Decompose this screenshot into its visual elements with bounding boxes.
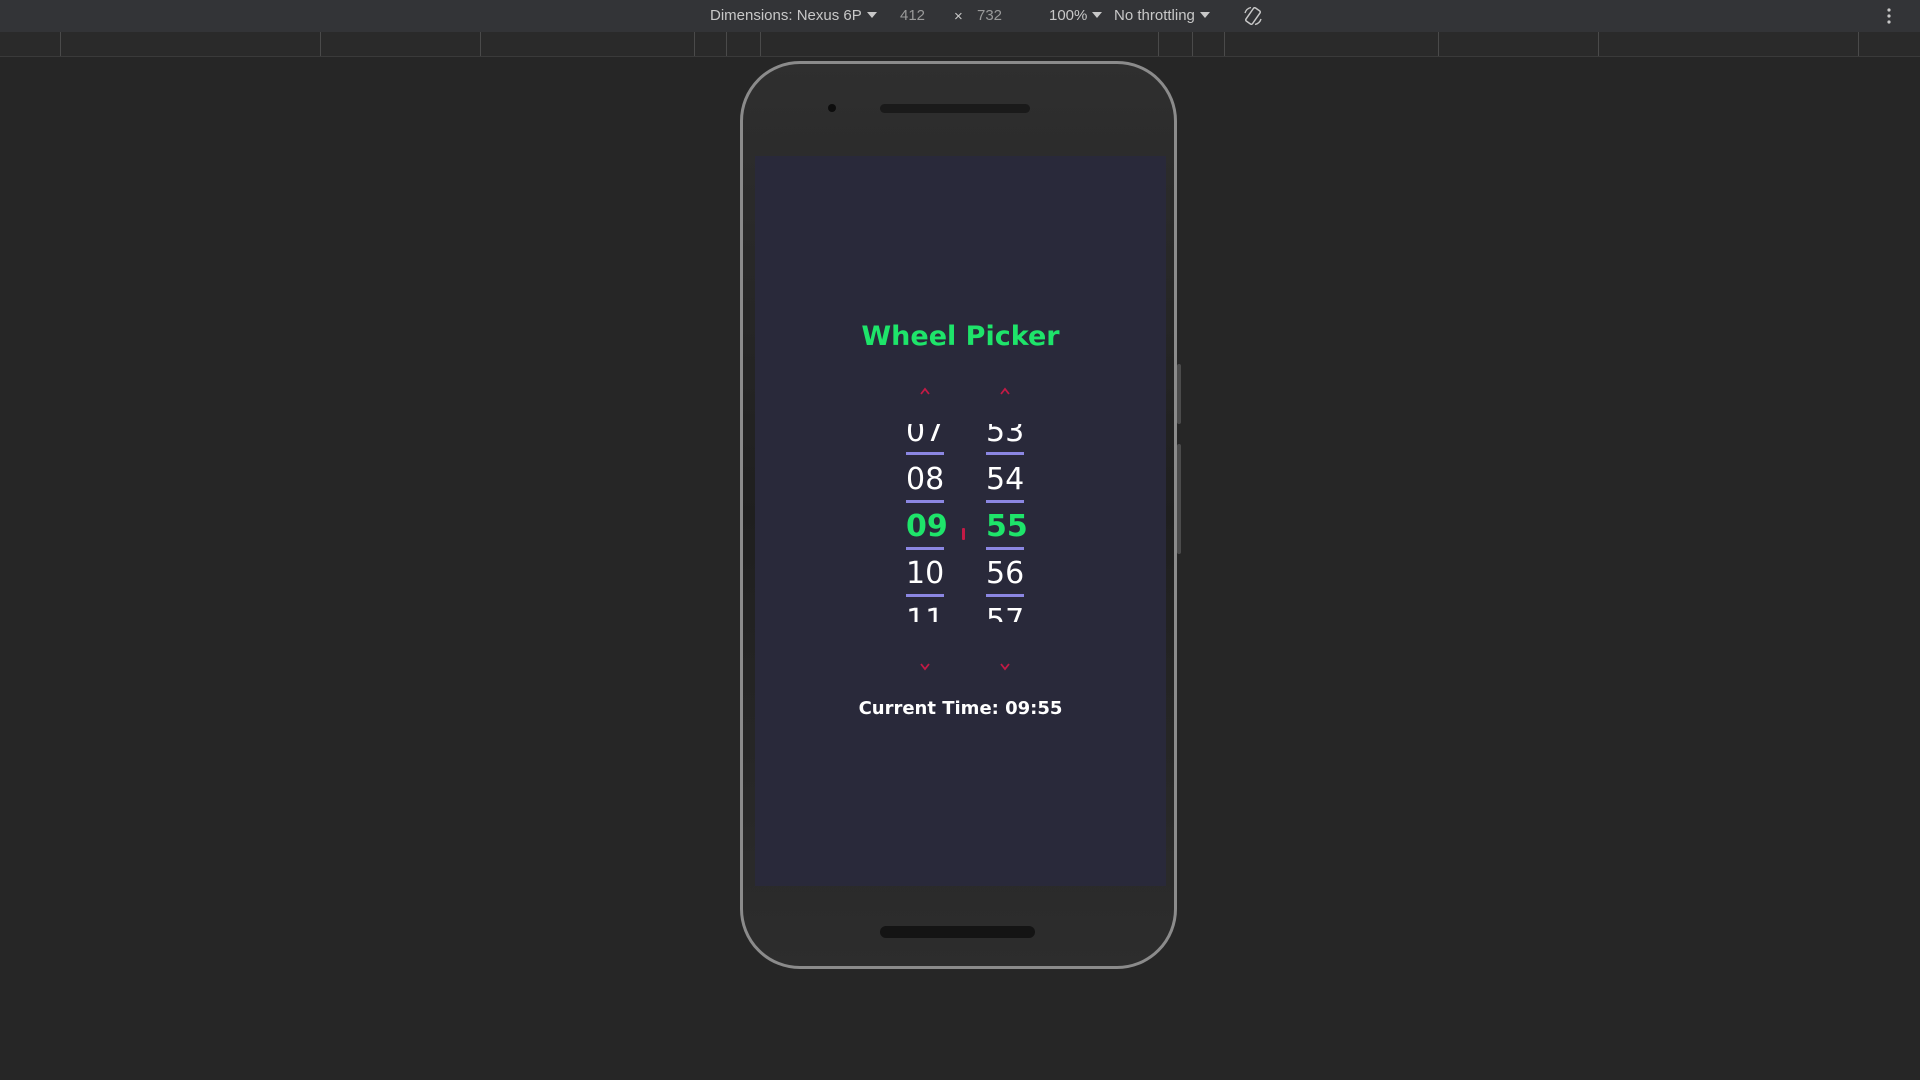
hour-item[interactable]: 07	[906, 424, 944, 458]
hour-wheel[interactable]: 07 08 09 10 11	[889, 424, 959, 622]
top-speaker	[880, 104, 1030, 113]
dimension-times-label: ×	[954, 8, 963, 25]
volume-button	[1177, 444, 1181, 554]
ruler-tick	[1224, 32, 1225, 56]
ruler-tick	[726, 32, 727, 56]
ruler-tick	[480, 32, 481, 56]
zoom-select-label: 100%	[1049, 7, 1088, 24]
ruler-tick	[1598, 32, 1599, 56]
minute-item[interactable]: 54	[986, 460, 1024, 506]
device-select-label: Dimensions: Nexus 6P	[710, 7, 862, 24]
hour-item[interactable]: 10	[906, 554, 944, 600]
minute-item[interactable]: 57	[986, 601, 1024, 622]
ruler-tick	[1192, 32, 1193, 56]
ruler-tick	[694, 32, 695, 56]
ruler-tick	[60, 32, 61, 56]
throttling-select-label: No throttling	[1114, 7, 1195, 24]
device-select[interactable]: Dimensions: Nexus 6P	[710, 7, 877, 24]
height-input[interactable]: 732	[977, 7, 1002, 24]
minute-item[interactable]: 56	[986, 554, 1024, 600]
front-camera	[828, 104, 836, 112]
media-query-ruler[interactable]	[0, 32, 1920, 57]
device-select-caret-icon	[866, 12, 877, 18]
hour-up-chevron-up-icon[interactable]	[919, 386, 931, 396]
ruler-tick	[760, 32, 761, 56]
hour-item-selected[interactable]: 09	[906, 507, 948, 553]
hour-item[interactable]: 11	[906, 601, 944, 622]
device-frame: Wheel Picker 07 08 09 10 11 53 54 55 56 …	[740, 61, 1181, 969]
width-input[interactable]: 412	[900, 7, 925, 24]
power-button	[1177, 364, 1181, 424]
ruler-tick	[320, 32, 321, 56]
device-screen: Wheel Picker 07 08 09 10 11 53 54 55 56 …	[755, 156, 1166, 886]
hour-item[interactable]: 08	[906, 460, 944, 506]
ruler-tick	[1858, 32, 1859, 56]
separator-mark	[962, 528, 965, 540]
minute-item-selected[interactable]: 55	[986, 507, 1028, 553]
ruler-tick	[1158, 32, 1159, 56]
bottom-speaker	[880, 926, 1035, 938]
hour-down-chevron-down-icon[interactable]	[919, 661, 931, 671]
minute-item[interactable]: 53	[986, 424, 1024, 458]
minute-down-chevron-down-icon[interactable]	[999, 661, 1011, 671]
zoom-select-caret-icon	[1092, 12, 1103, 18]
minute-wheel[interactable]: 53 54 55 56 57	[969, 424, 1039, 622]
zoom-select[interactable]: 100%	[1049, 7, 1103, 24]
throttling-select-caret-icon	[1199, 12, 1210, 18]
more-vertical-icon[interactable]	[1886, 7, 1892, 25]
current-time-label: Current Time: 09:55	[858, 698, 1063, 719]
ruler-tick	[1438, 32, 1439, 56]
page-title: Wheel Picker	[861, 321, 1060, 352]
rotate-device-icon[interactable]	[1242, 5, 1264, 27]
minute-up-chevron-up-icon[interactable]	[999, 386, 1011, 396]
device-toolbar: Dimensions: Nexus 6P 412 × 732 100% No t…	[0, 0, 1920, 32]
throttling-select[interactable]: No throttling	[1114, 7, 1210, 24]
